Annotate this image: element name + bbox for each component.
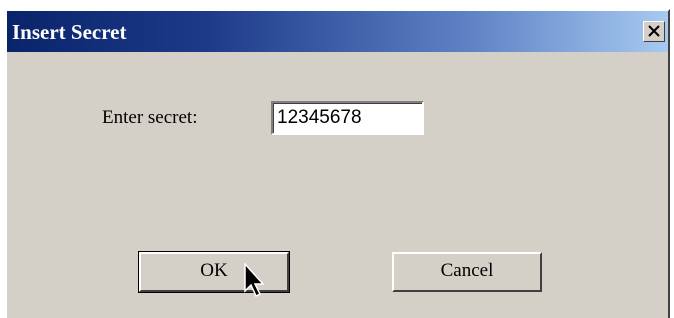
insert-secret-dialog: Insert Secret Enter secret: OK Cancel <box>5 9 670 318</box>
cancel-button[interactable]: Cancel <box>392 252 542 292</box>
secret-input[interactable] <box>271 101 424 135</box>
close-icon <box>648 25 660 37</box>
title-bar[interactable]: Insert Secret <box>7 11 668 52</box>
dialog-title: Insert Secret <box>12 20 127 44</box>
secret-label: Enter secret: <box>102 107 198 128</box>
close-button[interactable] <box>643 21 665 42</box>
arrow-cursor-icon <box>244 263 265 298</box>
